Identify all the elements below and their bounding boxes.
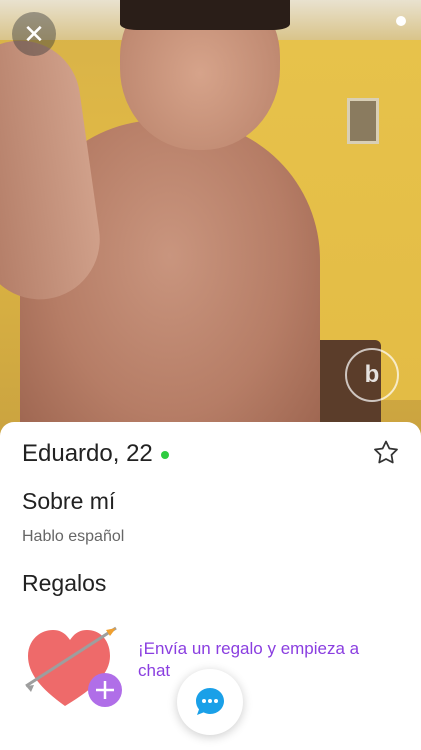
gifts-title: Regalos bbox=[22, 570, 107, 596]
person-hair bbox=[120, 0, 290, 30]
photo-page-indicator bbox=[396, 16, 406, 26]
favorite-button[interactable] bbox=[371, 438, 401, 468]
languages-text: Hablo español bbox=[22, 528, 125, 545]
close-button[interactable]: ✕ bbox=[12, 12, 56, 56]
online-status-dot bbox=[160, 451, 169, 459]
profile-name-age: Eduardo, 22 bbox=[22, 440, 153, 467]
chat-button[interactable] bbox=[177, 669, 243, 735]
profile-card: Eduardo, 22 Sobre mí Hablo español Regal… bbox=[0, 422, 421, 750]
heart-arrow-icon bbox=[25, 626, 122, 707]
profile-photo[interactable]: ✕ b bbox=[0, 0, 421, 440]
star-icon bbox=[374, 440, 398, 464]
watermark-letter: b bbox=[364, 361, 380, 388]
chat-bubble-icon bbox=[196, 688, 224, 715]
about-title: Sobre mí bbox=[22, 488, 116, 514]
photo-frame-decoration bbox=[347, 98, 379, 144]
close-icon: ✕ bbox=[23, 19, 45, 49]
watermark-logo: b bbox=[345, 348, 399, 402]
gift-cta-link[interactable]: ¡Envía un regalo y empieza a chat bbox=[138, 638, 388, 682]
gift-heart-button[interactable] bbox=[20, 618, 130, 714]
name-row: Eduardo, 22 bbox=[22, 440, 169, 468]
